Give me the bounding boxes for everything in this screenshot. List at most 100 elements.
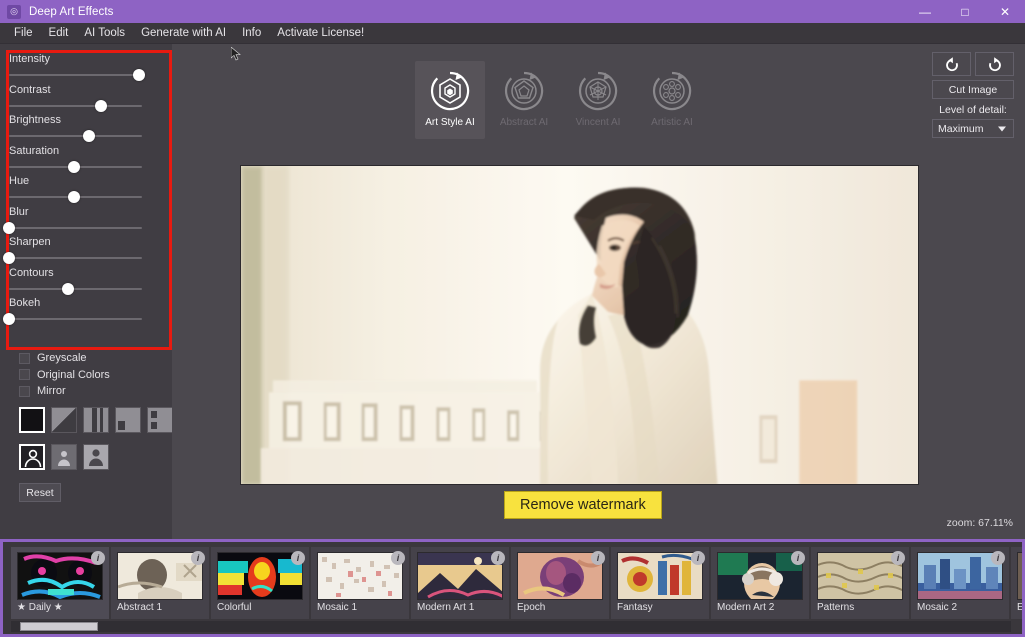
menu-item-edit[interactable]: Edit xyxy=(41,23,77,44)
mosaic1-thumb-art xyxy=(318,553,402,599)
menu-item-info[interactable]: Info xyxy=(234,23,269,44)
redo-icon xyxy=(988,57,1001,72)
slider-sharpen[interactable]: Sharpen xyxy=(3,233,151,264)
slider-thumb[interactable] xyxy=(3,221,15,234)
epoch-thumb-art xyxy=(518,553,602,599)
daily-thumb-art xyxy=(18,553,102,599)
redo-button[interactable] xyxy=(975,52,1014,76)
info-icon[interactable]: i xyxy=(291,551,305,565)
slider-hue[interactable]: Hue xyxy=(9,172,151,203)
top-right-controls: Cut Image Level of detail: Maximum xyxy=(932,52,1014,138)
level-of-detail-value: Maximum xyxy=(938,122,984,135)
zoom-status: zoom: 67.11% xyxy=(946,517,1013,529)
portrait-small-button[interactable] xyxy=(51,444,77,470)
frame-bars-button[interactable] xyxy=(83,407,109,433)
list-item[interactable]: i xyxy=(311,547,409,619)
slider-thumb[interactable] xyxy=(3,313,15,325)
list-item[interactable]: i xyxy=(811,547,909,619)
slider-contrast[interactable]: Contrast xyxy=(9,81,151,112)
tab-art-style-ai[interactable]: Art Style AI xyxy=(415,61,485,139)
list-item[interactable]: i Modern Art 1 xyxy=(411,547,509,619)
cut-image-button[interactable]: Cut Image xyxy=(932,80,1014,99)
info-icon[interactable]: i xyxy=(791,551,805,565)
slider-contours[interactable]: Contours xyxy=(9,264,151,295)
info-icon[interactable]: i xyxy=(891,551,905,565)
slider-intensity[interactable]: Intensity xyxy=(9,50,151,81)
slider-saturation[interactable]: Saturation xyxy=(9,142,151,173)
slider-track[interactable] xyxy=(9,160,142,173)
modernart2-thumb-art xyxy=(718,553,802,599)
frame-diagonal-button[interactable] xyxy=(51,407,77,433)
fantasy-thumb-art xyxy=(618,553,702,599)
list-item[interactable]: i ★ Daily ★ xyxy=(11,547,109,619)
slider-track[interactable] xyxy=(9,191,142,203)
image-canvas[interactable] xyxy=(240,165,919,485)
menu-item-activate-license[interactable]: Activate License! xyxy=(269,23,372,44)
info-icon[interactable]: i xyxy=(991,551,1005,565)
checkbox-greyscale[interactable]: Greyscale xyxy=(19,350,159,367)
reset-button[interactable]: Reset xyxy=(19,483,61,502)
scrollbar-thumb[interactable] xyxy=(20,622,98,631)
slider-thumb[interactable] xyxy=(68,191,81,203)
list-item[interactable]: i Eye xyxy=(1011,547,1022,619)
thumbnail-label: Patterns xyxy=(817,602,855,613)
slider-track[interactable] xyxy=(9,69,146,81)
thumbnail-image xyxy=(717,552,803,600)
frame-split-button[interactable] xyxy=(147,407,173,433)
checkbox-box[interactable] xyxy=(19,385,30,397)
slider-thumb[interactable] xyxy=(82,130,95,142)
undo-button[interactable] xyxy=(932,52,971,76)
menu-item-ai-tools[interactable]: AI Tools xyxy=(76,23,133,44)
slider-label: Saturation xyxy=(9,144,60,157)
list-item[interactable]: i Mosaic 2 xyxy=(911,547,1009,619)
slider-track[interactable] xyxy=(3,221,142,234)
info-icon[interactable]: i xyxy=(691,551,705,565)
info-icon[interactable]: i xyxy=(591,551,605,565)
thumbnail-label: Fantasy xyxy=(617,602,653,613)
frame-solid-button[interactable] xyxy=(19,407,45,433)
list-item[interactable]: i Fantasy xyxy=(611,547,709,619)
thumbnail-label: Mosaic 2 xyxy=(917,602,958,613)
list-item[interactable]: i Modern Art 2 xyxy=(711,547,809,619)
slider-track[interactable] xyxy=(9,282,142,295)
remove-watermark-button[interactable]: Remove watermark xyxy=(504,491,662,519)
maximize-button[interactable]: □ xyxy=(945,0,985,23)
slider-bokeh[interactable]: Bokeh xyxy=(3,294,151,325)
slider-track[interactable] xyxy=(9,130,142,142)
list-item[interactable]: i Epoch xyxy=(511,547,609,619)
level-of-detail-select[interactable]: Maximum xyxy=(932,119,1014,138)
frame-corner-button[interactable] xyxy=(115,407,141,433)
list-item[interactable]: i Colorful xyxy=(211,547,309,619)
tab-artistic-ai[interactable]: Artistic AI xyxy=(637,61,707,139)
slider-track[interactable] xyxy=(9,99,142,112)
slider-track[interactable] xyxy=(3,252,142,264)
slider-thumb[interactable] xyxy=(133,69,146,81)
level-of-detail-label: Level of detail: xyxy=(939,104,1007,116)
menu-item-file[interactable]: File xyxy=(6,23,41,44)
info-icon[interactable]: i xyxy=(391,551,405,565)
info-icon[interactable]: i xyxy=(191,551,205,565)
slider-thumb[interactable] xyxy=(3,252,15,264)
portrait-outline-button[interactable] xyxy=(19,444,45,470)
slider-brightness[interactable]: Brightness xyxy=(9,111,151,142)
slider-blur[interactable]: Blur xyxy=(3,203,151,234)
slider-thumb[interactable] xyxy=(68,160,81,173)
tab-abstract-ai[interactable]: Abstract AI xyxy=(489,61,559,139)
checkbox-box[interactable] xyxy=(19,352,30,364)
checkbox-box[interactable] xyxy=(19,369,30,381)
checkbox-original-colors[interactable]: Original Colors xyxy=(19,367,159,384)
thumbnail-scrollbar[interactable] xyxy=(11,621,1011,632)
minimize-button[interactable]: — xyxy=(905,0,945,23)
tab-vincent-ai[interactable]: Vincent AI xyxy=(563,61,633,139)
info-icon[interactable]: i xyxy=(91,551,105,565)
menu-item-generate-with-ai[interactable]: Generate with AI xyxy=(133,23,234,44)
checkbox-mirror[interactable]: Mirror xyxy=(19,383,159,400)
slider-thumb[interactable] xyxy=(94,99,107,112)
thumbnail-label: Eye xyxy=(1017,602,1022,613)
slider-track[interactable] xyxy=(3,313,142,325)
portrait-large-button[interactable] xyxy=(83,444,109,470)
info-icon[interactable]: i xyxy=(491,551,505,565)
slider-thumb[interactable] xyxy=(61,282,74,295)
list-item[interactable]: i Abstract 1 xyxy=(111,547,209,619)
close-button[interactable]: ✕ xyxy=(985,0,1025,23)
